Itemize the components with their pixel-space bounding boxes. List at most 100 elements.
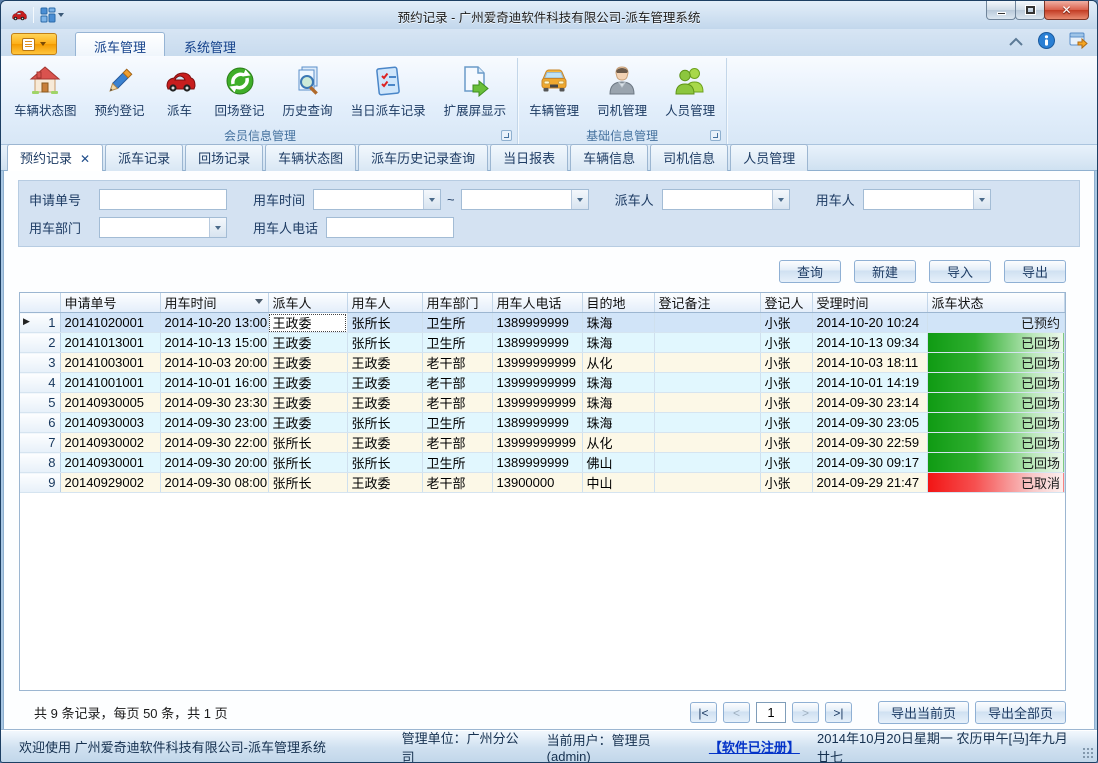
- cell-department[interactable]: 卫生所: [422, 333, 492, 353]
- cell-accept-time[interactable]: 2014-10-13 09:34: [812, 333, 927, 353]
- ribbon-button[interactable]: 车辆管理: [520, 60, 588, 122]
- table-row[interactable]: 8201409300012014-09-30 20:00张所长张所长卫生所138…: [20, 453, 1065, 473]
- table-row[interactable]: 9201409290022014-09-30 08:00张所长王政委老干部139…: [20, 473, 1065, 493]
- table-row[interactable]: 2201410130012014-10-13 15:00王政委张所长卫生所138…: [20, 333, 1065, 353]
- cell-application-no[interactable]: 20141003001: [60, 353, 160, 373]
- cell-application-no[interactable]: 20140930003: [60, 413, 160, 433]
- chevron-down-icon[interactable]: [973, 190, 990, 209]
- column-header[interactable]: 申请单号: [60, 293, 160, 313]
- cell-destination[interactable]: 珠海: [582, 413, 654, 433]
- cell-user[interactable]: 王政委: [347, 353, 422, 373]
- column-header[interactable]: 受理时间: [812, 293, 927, 313]
- cell-user[interactable]: 张所长: [347, 413, 422, 433]
- cell-use-time[interactable]: 2014-09-30 22:00: [160, 433, 268, 453]
- cell-use-time[interactable]: 2014-10-13 15:00: [160, 333, 268, 353]
- ribbon-button[interactable]: 派车: [154, 60, 206, 122]
- export-button[interactable]: 导出: [1004, 260, 1066, 283]
- dialog-launcher-icon[interactable]: [501, 130, 512, 141]
- prev-page-button[interactable]: <: [723, 702, 750, 723]
- table-row[interactable]: 3201410030012014-10-03 20:00王政委王政委老干部139…: [20, 353, 1065, 373]
- cell-dispatcher[interactable]: 王政委: [268, 373, 347, 393]
- cell-accept-time[interactable]: 2014-09-29 21:47: [812, 473, 927, 493]
- table-row[interactable]: 6201409300032014-09-30 23:00王政委张所长卫生所138…: [20, 413, 1065, 433]
- use-time-from-combo[interactable]: [313, 189, 441, 210]
- cell-dispatch-status[interactable]: 已回场: [927, 333, 1065, 353]
- cell-destination[interactable]: 珠海: [582, 373, 654, 393]
- cell-user[interactable]: 王政委: [347, 473, 422, 493]
- cell-accept-time[interactable]: 2014-09-30 23:05: [812, 413, 927, 433]
- views-menu-icon[interactable]: [40, 7, 64, 23]
- column-header-indicator[interactable]: [20, 293, 60, 313]
- department-combo[interactable]: [99, 217, 227, 238]
- row-indicator[interactable]: 6: [20, 413, 60, 433]
- cell-remark[interactable]: [654, 413, 760, 433]
- cell-user[interactable]: 王政委: [347, 393, 422, 413]
- row-indicator[interactable]: 9: [20, 473, 60, 493]
- column-header[interactable]: 目的地: [582, 293, 654, 313]
- export-current-page-button[interactable]: 导出当前页: [878, 701, 969, 724]
- app-menu-button[interactable]: [11, 33, 57, 55]
- cell-registrar[interactable]: 小张: [760, 413, 812, 433]
- column-header[interactable]: 用车人电话: [492, 293, 582, 313]
- row-indicator[interactable]: 4: [20, 373, 60, 393]
- column-header[interactable]: 登记人: [760, 293, 812, 313]
- table-row[interactable]: 4201410010012014-10-01 16:00王政委王政委老干部139…: [20, 373, 1065, 393]
- chevron-down-icon[interactable]: [209, 218, 226, 237]
- cell-dispatcher[interactable]: 王政委: [268, 413, 347, 433]
- cell-user[interactable]: 王政委: [347, 373, 422, 393]
- new-button[interactable]: 新建: [854, 260, 916, 283]
- column-header[interactable]: 用车时间: [160, 293, 268, 313]
- cell-phone[interactable]: 13900000: [492, 473, 582, 493]
- document-tab[interactable]: 车辆状态图: [265, 144, 356, 171]
- cell-destination[interactable]: 珠海: [582, 313, 654, 333]
- cell-registrar[interactable]: 小张: [760, 373, 812, 393]
- next-page-button[interactable]: >: [792, 702, 819, 723]
- ribbon-tab[interactable]: 派车管理: [75, 32, 165, 56]
- cell-dispatcher[interactable]: 王政委: [268, 353, 347, 373]
- document-tab[interactable]: 派车记录: [105, 144, 183, 171]
- cell-phone[interactable]: 1389999999: [492, 453, 582, 473]
- row-indicator[interactable]: 3: [20, 353, 60, 373]
- cell-registrar[interactable]: 小张: [760, 393, 812, 413]
- cell-dispatch-status[interactable]: 已预约: [927, 313, 1065, 333]
- cell-department[interactable]: 老干部: [422, 373, 492, 393]
- cell-remark[interactable]: [654, 333, 760, 353]
- minimize-button[interactable]: [986, 1, 1016, 20]
- cell-application-no[interactable]: 20140930002: [60, 433, 160, 453]
- cell-dispatcher[interactable]: 张所长: [268, 473, 347, 493]
- cell-use-time[interactable]: 2014-09-30 08:00: [160, 473, 268, 493]
- row-indicator[interactable]: 7: [20, 433, 60, 453]
- cell-use-time[interactable]: 2014-10-01 16:00: [160, 373, 268, 393]
- cell-registrar[interactable]: 小张: [760, 473, 812, 493]
- cell-remark[interactable]: [654, 353, 760, 373]
- ribbon-button[interactable]: 预约登记: [86, 60, 154, 122]
- cell-destination[interactable]: 中山: [582, 473, 654, 493]
- cell-dispatcher[interactable]: 王政委: [268, 393, 347, 413]
- cell-destination[interactable]: 从化: [582, 433, 654, 453]
- cell-dispatcher[interactable]: 张所长: [268, 453, 347, 473]
- cell-dispatch-status[interactable]: 已回场: [927, 393, 1065, 413]
- cell-dispatcher[interactable]: 张所长: [268, 433, 347, 453]
- cell-department[interactable]: 卫生所: [422, 413, 492, 433]
- cell-destination[interactable]: 珠海: [582, 393, 654, 413]
- user-combo[interactable]: [863, 189, 991, 210]
- row-indicator[interactable]: 5: [20, 393, 60, 413]
- cell-registrar[interactable]: 小张: [760, 433, 812, 453]
- cell-phone[interactable]: 13999999999: [492, 393, 582, 413]
- cell-dispatch-status[interactable]: 已回场: [927, 453, 1065, 473]
- document-tab[interactable]: 派车历史记录查询: [358, 144, 488, 171]
- cell-accept-time[interactable]: 2014-09-30 23:14: [812, 393, 927, 413]
- ribbon-button[interactable]: 司机管理: [588, 60, 656, 122]
- first-page-button[interactable]: |<: [690, 702, 717, 723]
- cell-destination[interactable]: 佛山: [582, 453, 654, 473]
- page-number-input[interactable]: [756, 702, 786, 723]
- column-header[interactable]: 用车部门: [422, 293, 492, 313]
- import-button[interactable]: 导入: [929, 260, 991, 283]
- cell-application-no[interactable]: 20140930001: [60, 453, 160, 473]
- cell-dispatch-status[interactable]: 已回场: [927, 413, 1065, 433]
- ribbon-button[interactable]: 回场登记: [206, 60, 274, 122]
- close-button[interactable]: ✕: [1044, 1, 1089, 20]
- cell-department[interactable]: 老干部: [422, 473, 492, 493]
- ribbon-button[interactable]: 扩展屏显示: [435, 60, 516, 122]
- query-button[interactable]: 查询: [779, 260, 841, 283]
